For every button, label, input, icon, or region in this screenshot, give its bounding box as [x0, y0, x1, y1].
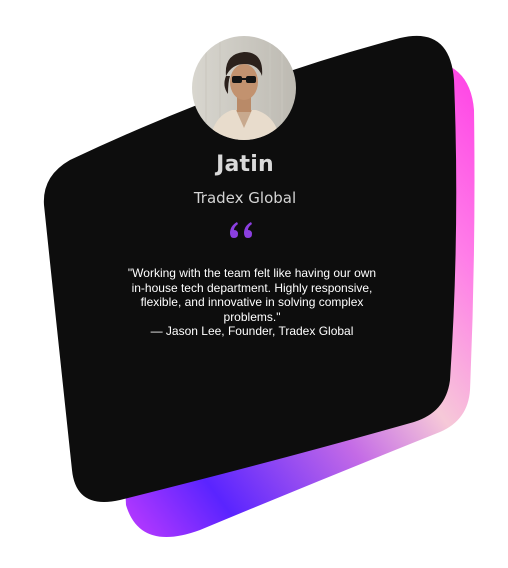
testimonial-card: Jatin Tradex Global "Working with the te…	[0, 0, 508, 568]
testimonial-quote: "Working with the team felt like having …	[122, 266, 382, 339]
quote-body: "Working with the team felt like having …	[127, 266, 377, 324]
testimonial-name: Jatin	[216, 152, 274, 177]
testimonial-company: Tradex Global	[193, 189, 297, 207]
opening-quote-icon	[230, 222, 252, 238]
quote-attribution: — Jason Lee, Founder, Tradex Global	[150, 324, 354, 338]
profile-photo	[192, 36, 296, 140]
avatar	[192, 36, 296, 140]
